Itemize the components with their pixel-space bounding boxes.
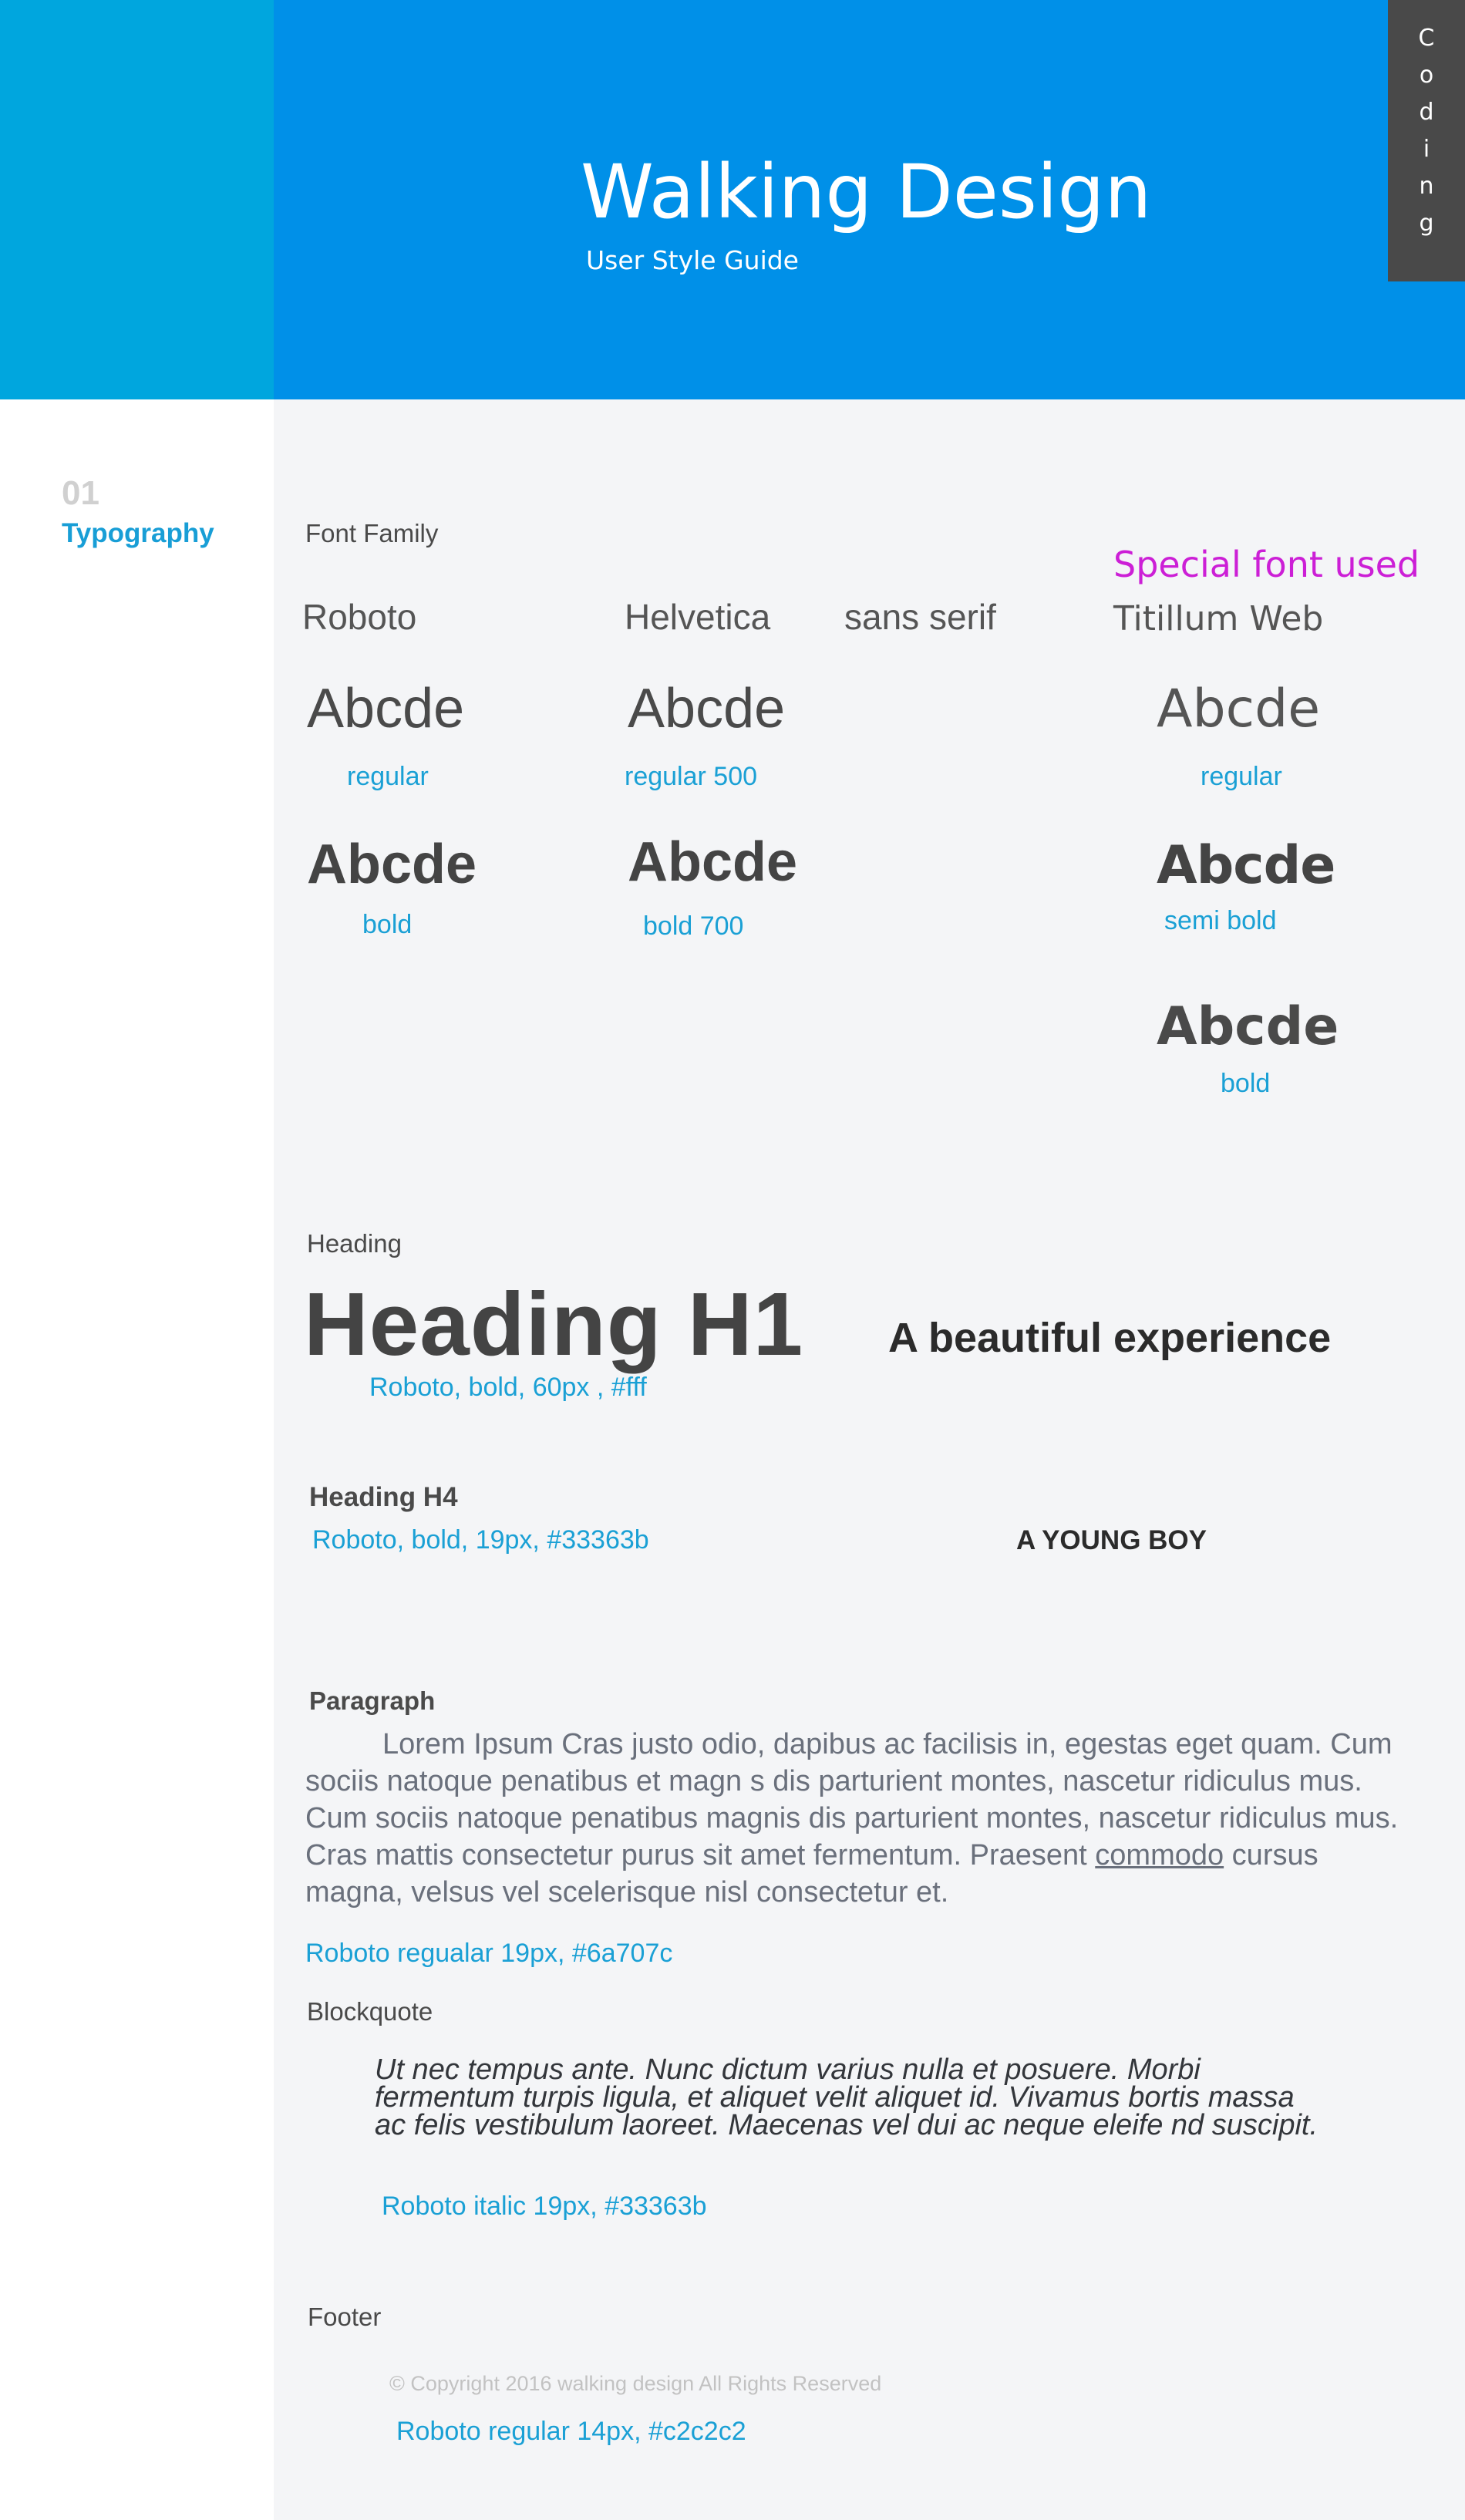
page-title: Walking Design [581,149,1152,235]
weight-label: regular 500 [625,762,758,791]
weight-label: bold [1221,1069,1271,1098]
sample-helvetica-regular: Abcde [628,678,786,739]
sample-titillium-regular: Abcde [1157,679,1321,739]
heading-label: Heading [307,1229,402,1258]
weight-label: regular [347,762,429,791]
weight-label: regular [1201,762,1282,791]
sample-roboto-bold: Abcde [307,834,477,895]
paragraph-sample: Lorem Ipsum Cras justo odio, dapibus ac … [305,1726,1400,1911]
blockquote-spec: Roboto italic 19px, #33363b [382,2192,707,2221]
coding-tab-letter: o [1419,62,1434,89]
sample-titillium-bold: Abcde [1157,996,1339,1057]
font-name-titillium: Titillum Web [1113,599,1324,638]
sample-helvetica-bold: Abcde [628,831,798,893]
h1-spec: Roboto, bold, 60px , #fff [369,1373,647,1402]
special-font-note: Special font used [1113,544,1420,585]
sample-titillium-semibold: Abcde [1157,835,1335,896]
blockquote-sample: Ut nec tempus ante. Nunc dictum varius n… [375,2053,1318,2141]
weight-label: bold [362,910,413,939]
sidebar-item-typography[interactable]: Typography [62,518,214,549]
heading-h1-sample: Heading H1 [304,1274,804,1374]
sidebar-panel [0,399,274,2520]
weight-label: semi bold [1164,906,1277,935]
coding-tab-letter: n [1419,173,1434,200]
font-name-roboto: Roboto [302,597,417,637]
paragraph-label: Paragraph [309,1686,436,1715]
coding-tab-letter: g [1419,210,1434,237]
footer-copyright: © Copyright 2016 walking design All Righ… [389,2372,882,2395]
section-number: 01 [62,474,99,512]
h4-example: A YOUNG BOY [1016,1525,1207,1555]
coding-tab-letter: i [1423,136,1430,163]
footer-label: Footer [308,2303,382,2331]
heading-h4-label: Heading H4 [309,1482,458,1512]
footer-spec: Roboto regular 14px, #c2c2c2 [396,2417,746,2446]
coding-tab[interactable]: C o d i n g [1388,0,1465,281]
header-left-band [0,0,274,399]
blockquote-label: Blockquote [307,1997,433,2026]
h4-spec: Roboto, bold, 19px, #33363b [312,1525,649,1555]
weight-label: bold 700 [643,911,744,941]
page-subtitle: User Style Guide [586,245,799,275]
coding-tab-letter: C [1418,25,1435,52]
coding-tab-letter: d [1419,99,1434,126]
font-name-sans-serif: sans serif [844,597,996,637]
font-family-label: Font Family [305,519,439,547]
paragraph-link[interactable]: commodo [1095,1839,1224,1871]
paragraph-spec: Roboto regualar 19px, #6a707c [305,1939,673,1968]
font-name-helvetica: Helvetica [625,597,771,637]
sample-roboto-regular: Abcde [307,678,465,739]
h1-example: A beautiful experience [888,1315,1332,1361]
